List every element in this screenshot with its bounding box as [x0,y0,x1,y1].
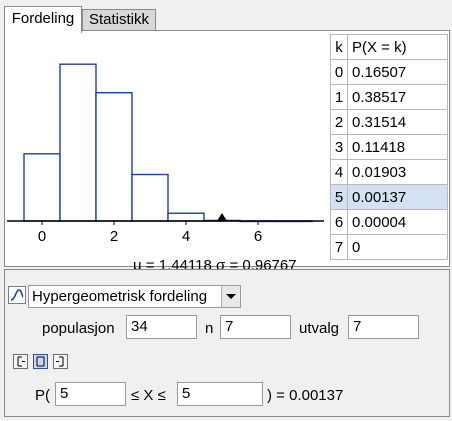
upper-bound-input[interactable]: 5 [177,382,263,406]
lower-bound-input[interactable]: 5 [55,382,126,406]
table-row-selected[interactable]: 5 0.00137 [330,184,448,210]
probability-middle: ≤ X ≤ [131,387,166,404]
x-marker-icon [217,213,227,221]
table-row[interactable]: 0 0.16507 [330,59,448,85]
table-row[interactable]: 2 0.31514 [330,109,448,135]
probability-prefix: P( [35,387,50,404]
left-bracket-icon [17,356,25,367]
chevron-down-icon [226,294,236,299]
bar-k4 [167,212,205,222]
n-input[interactable]: 7 [220,315,291,339]
population-input[interactable]: 34 [126,315,197,339]
header-p: P(X = k) [347,34,448,60]
interval-button[interactable] [33,354,48,369]
table-row[interactable]: 3 0.11418 [330,134,448,160]
population-label: populasjon [42,320,115,337]
distribution-select-value: Hypergeometrisk fordeling [32,288,208,305]
probability-result: ) = 0.00137 [267,387,344,404]
distribution-select[interactable]: Hypergeometrisk fordeling [28,285,241,308]
bar-k2 [95,92,133,222]
bar-k0 [23,153,61,222]
table-row[interactable]: 6 0.00004 [330,209,448,235]
dropdown-button[interactable] [221,286,240,307]
table-row[interactable]: 1 0.38517 [330,84,448,110]
table-header: k P(X = k) [330,34,448,60]
header-k: k [330,34,348,60]
left-tail-button[interactable] [13,354,28,369]
x-tick-label: 0 [38,228,46,245]
interval-icon [36,356,45,367]
n-label: n [205,320,214,337]
table-row[interactable]: 4 0.01903 [330,159,448,185]
sample-label: utvalg [299,320,340,337]
x-tick-label: 2 [110,228,118,245]
distribution-chart: 0 2 4 6 [7,63,324,245]
tab-statistikk[interactable]: Statistikk [82,9,156,30]
x-tick-label: 6 [254,228,262,245]
table-row[interactable]: 70 [330,234,448,260]
bar-k1 [59,63,97,222]
bar-k3 [131,173,169,222]
probability-table: k P(X = k) 0 0.16507 1 0.38517 2 0.31514 30… [330,34,448,260]
sample-input[interactable]: 7 [348,315,419,339]
tab-fordeling[interactable]: Fordeling [4,6,82,33]
right-tail-button[interactable] [53,354,68,369]
right-bracket-icon [56,356,64,367]
distribution-curve-icon[interactable] [8,286,26,304]
x-tick-label: 4 [182,228,190,245]
